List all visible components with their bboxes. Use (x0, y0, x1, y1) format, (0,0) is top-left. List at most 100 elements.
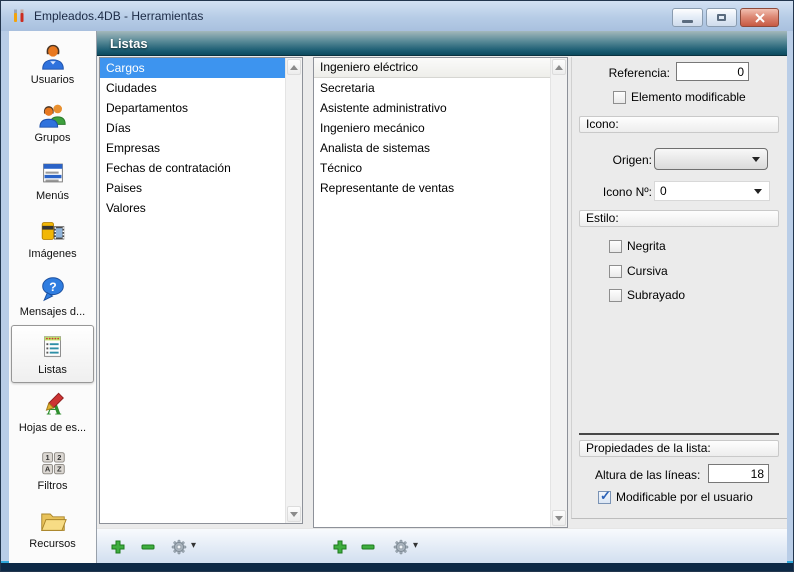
plus-icon (332, 539, 348, 555)
list-row[interactable]: Paises (100, 178, 285, 198)
svg-text:2: 2 (57, 453, 61, 462)
list-row[interactable]: Fechas de contratación (100, 158, 285, 178)
list-row[interactable]: Departamentos (100, 98, 285, 118)
sidebar-item-listas[interactable]: Listas (11, 325, 94, 383)
sidebar-item-mensajes[interactable]: ? Mensajes d... (9, 267, 96, 325)
checkbox-label: Elemento modificable (631, 90, 746, 104)
item-row-selected[interactable]: Ingeniero eléctrico (314, 58, 550, 78)
menu-icon (38, 158, 68, 188)
stylesheet-icon: A (38, 390, 68, 420)
checkbox-box[interactable]: ✓ (609, 265, 622, 278)
elemento-modificable-checkbox[interactable]: ✓ Elemento modificable (613, 90, 746, 104)
remove-item-button[interactable] (359, 538, 376, 555)
user-icon (38, 42, 68, 72)
close-button[interactable] (740, 8, 779, 27)
items-panel: Ingeniero eléctrico Secretaria Asistente… (313, 57, 568, 528)
checkbox-box[interactable]: ✓ (598, 491, 611, 504)
app-tools-icon (11, 8, 27, 24)
checkbox-label: Negrita (627, 239, 666, 253)
icono-no-dropdown[interactable]: 0 (654, 181, 770, 201)
gear-icon (171, 539, 187, 555)
checkbox-label: Cursiva (627, 264, 668, 278)
list-row[interactable]: Ciudades (100, 78, 285, 98)
users-icon (38, 100, 68, 130)
window-controls (672, 8, 779, 27)
checkbox-box[interactable]: ✓ (613, 91, 626, 104)
list-options-button[interactable] (170, 538, 187, 555)
scrollbar[interactable] (285, 58, 302, 523)
sidebar: Usuarios Grupos (9, 31, 97, 563)
message-question-icon: ? (38, 274, 68, 304)
origen-dropdown[interactable] (654, 148, 768, 170)
list-row[interactable]: Días (100, 118, 285, 138)
item-row[interactable]: Representante de ventas (314, 178, 550, 198)
sidebar-item-filtros[interactable]: 1 2 A Z Filtros (9, 441, 96, 499)
item-row[interactable]: Técnico (314, 158, 550, 178)
item-row[interactable]: Analista de sistemas (314, 138, 550, 158)
sidebar-item-imagenes[interactable]: Imágenes (9, 209, 96, 267)
lists-rows: Cargos Ciudades Departamentos Días Empre… (100, 58, 285, 523)
estilo-section-header: Estilo: (579, 210, 779, 227)
sidebar-item-label: Recursos (29, 538, 75, 550)
chevron-down-icon[interactable]: ▾ (413, 540, 418, 551)
list-row[interactable]: Valores (100, 198, 285, 218)
checkbox-label: Modificable por el usuario (616, 490, 753, 504)
gear-icon (393, 539, 409, 555)
lists-panel: Cargos Ciudades Departamentos Días Empre… (99, 57, 303, 524)
folder-icon (38, 506, 68, 536)
svg-text:?: ? (49, 280, 56, 294)
sidebar-item-usuarios[interactable]: Usuarios (9, 35, 96, 93)
maximize-button[interactable] (706, 8, 737, 27)
titlebar[interactable]: Empleados.4DB - Herramientas (1, 1, 793, 31)
scrollbar[interactable] (550, 58, 567, 527)
checkbox-box[interactable]: ✓ (609, 240, 622, 253)
item-row[interactable]: Ingeniero mecánico (314, 118, 550, 138)
item-row[interactable]: Asistente administrativo (314, 98, 550, 118)
chevron-down-icon (752, 157, 760, 162)
sidebar-item-recursos[interactable]: Recursos (9, 499, 96, 557)
sidebar-item-label: Usuarios (31, 74, 74, 86)
svg-text:Z: Z (56, 465, 61, 474)
negrita-checkbox[interactable]: ✓ Negrita (609, 239, 666, 253)
content-area: Usuarios Grupos (9, 31, 787, 563)
item-options-button[interactable] (392, 538, 409, 555)
sidebar-item-label: Imágenes (28, 248, 76, 260)
svg-text:1: 1 (45, 453, 49, 462)
minimize-icon (682, 20, 693, 23)
cursiva-checkbox[interactable]: ✓ Cursiva (609, 264, 668, 278)
sidebar-item-label: Grupos (34, 132, 70, 144)
scroll-down-button[interactable] (552, 510, 566, 526)
checkbox-box[interactable]: ✓ (609, 289, 622, 302)
svg-text:A: A (44, 465, 50, 474)
modificable-usuario-checkbox[interactable]: ✓ Modificable por el usuario (598, 490, 753, 504)
maximize-icon (717, 14, 726, 21)
icono-no-value: 0 (660, 184, 667, 198)
triangle-up-icon (555, 65, 563, 70)
add-item-button[interactable] (331, 538, 348, 555)
triangle-up-icon (290, 65, 298, 70)
remove-list-button[interactable] (139, 538, 156, 555)
sidebar-item-hojas[interactable]: A Hojas de es... (9, 383, 96, 441)
referencia-label: Referencia: (582, 66, 670, 80)
add-list-button[interactable] (109, 538, 126, 555)
origen-label: Origen: (582, 153, 652, 167)
minimize-button[interactable] (672, 8, 703, 27)
checkbox-label: Subrayado (627, 288, 685, 302)
check-icon: ✓ (600, 489, 611, 502)
sidebar-item-menus[interactable]: Menús (9, 151, 96, 209)
items-rows: Ingeniero eléctrico Secretaria Asistente… (314, 58, 550, 527)
list-toolbar: ▾ (97, 528, 787, 563)
list-row-selected[interactable]: Cargos (100, 58, 285, 78)
sidebar-item-grupos[interactable]: Grupos (9, 93, 96, 151)
chevron-down-icon[interactable]: ▾ (191, 540, 196, 551)
notepad-icon (38, 332, 68, 362)
item-row[interactable]: Secretaria (314, 78, 550, 98)
scroll-down-button[interactable] (287, 506, 301, 522)
scroll-up-button[interactable] (552, 59, 566, 75)
propiedades-section-header: Propiedades de la lista: (579, 440, 779, 457)
referencia-input[interactable] (676, 62, 749, 81)
subrayado-checkbox[interactable]: ✓ Subrayado (609, 288, 685, 302)
scroll-up-button[interactable] (287, 59, 301, 75)
list-row[interactable]: Empresas (100, 138, 285, 158)
altura-lineas-input[interactable] (708, 464, 769, 483)
